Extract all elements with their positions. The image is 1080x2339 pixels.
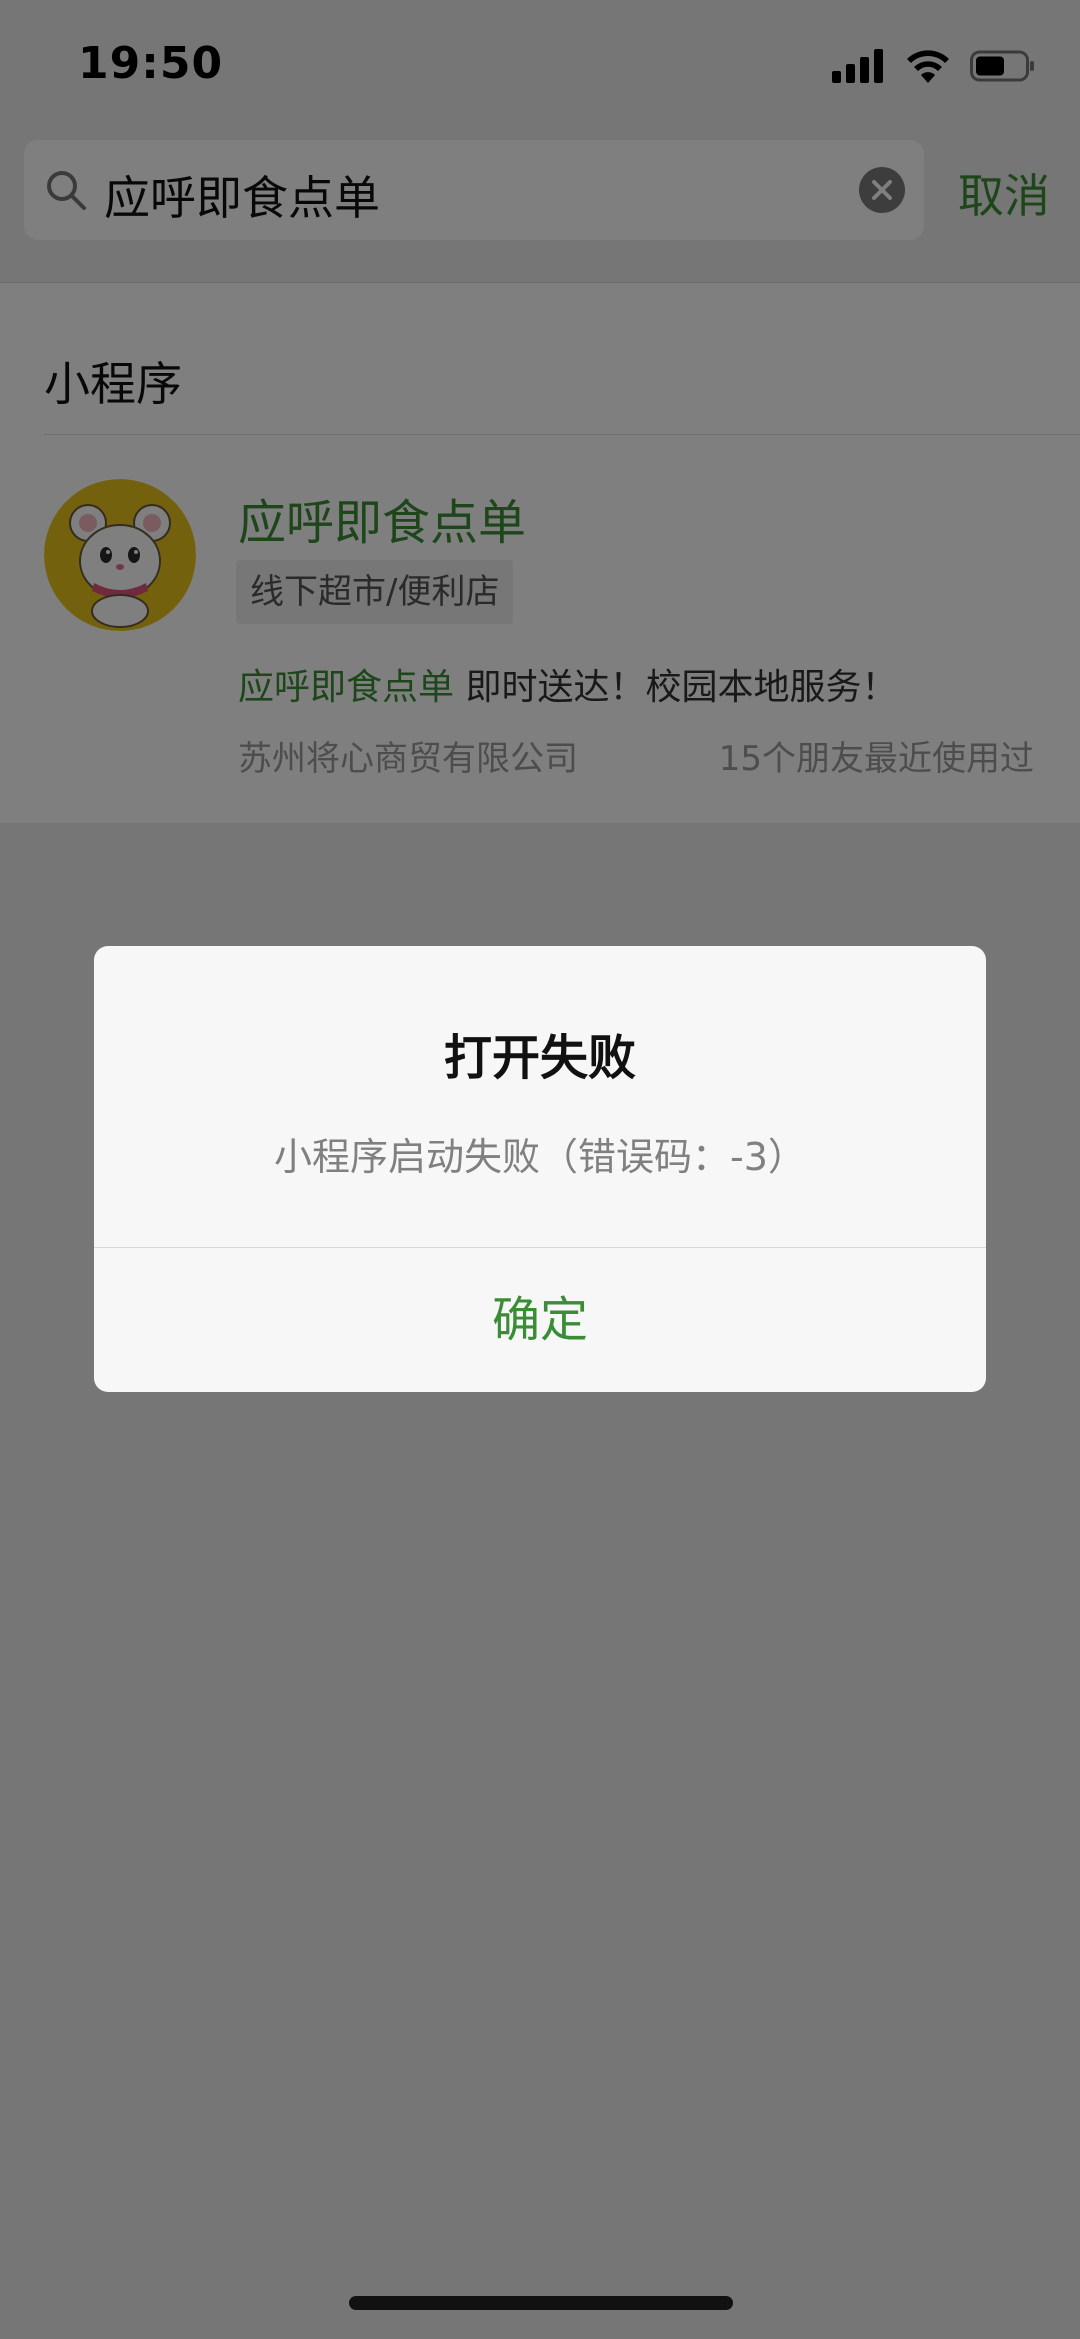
confirm-button[interactable]: 确定 xyxy=(94,1248,986,1392)
home-indicator[interactable] xyxy=(349,2296,733,2310)
wechat-search-screen: 19:50 应呼即食点单 xyxy=(0,0,1080,2339)
dialog-title: 打开失败 xyxy=(443,1030,636,1086)
dialog-message: 小程序启动失败（错误码：-3） xyxy=(274,1135,806,1179)
error-dialog: 打开失败 小程序启动失败（错误码：-3） 确定 xyxy=(94,946,986,1392)
